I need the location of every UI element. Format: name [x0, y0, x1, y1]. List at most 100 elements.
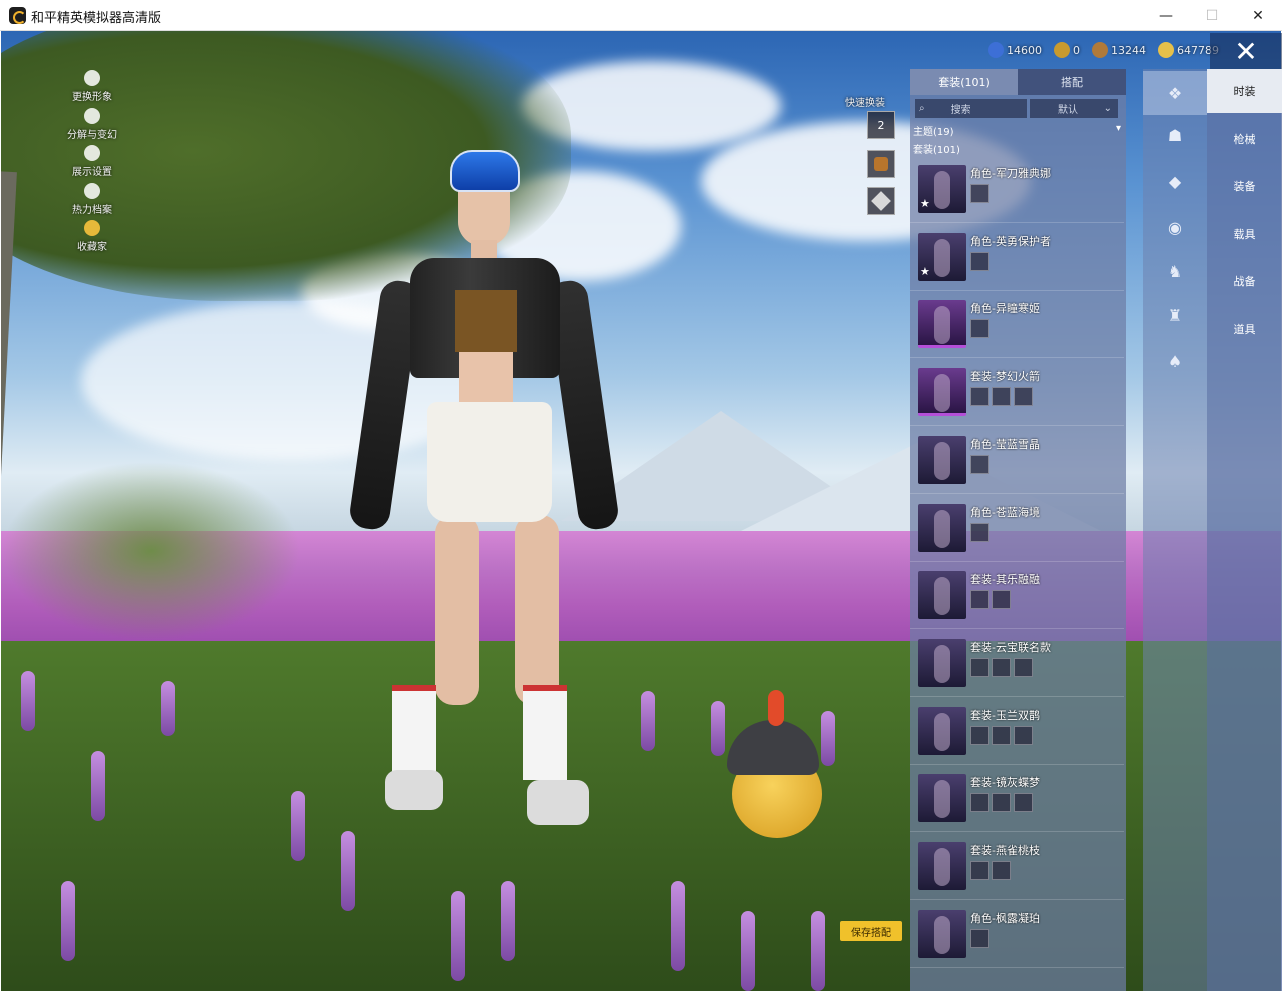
outfit-part-slot[interactable]: [970, 387, 989, 407]
close-overlay-button[interactable]: ✕: [1210, 33, 1282, 69]
outfit-part-slot[interactable]: [970, 251, 989, 271]
left-menu-collector[interactable]: 收藏家: [62, 220, 122, 253]
character-leg: [515, 515, 559, 705]
outfit-part-slot[interactable]: [970, 725, 989, 745]
chick-feather: [768, 690, 784, 726]
outfit-part-slot[interactable]: [970, 657, 989, 677]
character-shoe: [527, 780, 589, 825]
currency-bar: 14600 0 13244 647789: [988, 40, 1219, 60]
lupine-flower: [341, 831, 355, 911]
tab-suits[interactable]: 套装(101): [910, 69, 1018, 95]
nav-items[interactable]: 道具: [1207, 307, 1282, 351]
left-menu-display-settings[interactable]: 展示设置: [62, 145, 122, 178]
tab-matching[interactable]: 搭配: [1018, 69, 1126, 95]
outfit-list-item[interactable]: 套装-梦幻火箭: [910, 360, 1124, 427]
minimize-button[interactable]: —: [1143, 0, 1189, 31]
outfit-panel: 套装(101) 搭配 ⌕ 搜索 默认 ⌄ 主题(19) ▾ 套装(101) ★ 角…: [910, 69, 1126, 991]
nav-equipment[interactable]: 装备: [1207, 164, 1282, 208]
suit-count-label: 套装(101): [913, 145, 960, 156]
coin-gold-a-icon: [1054, 42, 1070, 58]
jacket-icon[interactable]: ♞: [1157, 253, 1193, 289]
mask-icon[interactable]: ◉: [1157, 209, 1193, 245]
currency-item: 14600: [988, 40, 1042, 60]
character-belly: [459, 352, 513, 407]
badge-slot[interactable]: [867, 150, 895, 178]
shoes-icon[interactable]: ♠: [1157, 343, 1193, 379]
outfit-part-slots: [970, 657, 1033, 677]
sort-value: 默认: [1058, 105, 1078, 116]
character-sock: [392, 685, 436, 780]
search-input[interactable]: ⌕ 搜索: [915, 99, 1027, 118]
caret-down-icon: ▾: [1115, 123, 1121, 134]
nav-vehicles[interactable]: 载具: [1207, 212, 1282, 256]
outfit-thumbnail: [918, 503, 966, 552]
lupine-flower: [91, 751, 105, 821]
outfit-part-slot[interactable]: [1014, 793, 1033, 813]
left-menu-label: 热力档案: [72, 205, 112, 216]
outfit-part-slot[interactable]: [970, 793, 989, 813]
outfit-part-slot[interactable]: [1014, 387, 1033, 407]
outfit-icon[interactable]: ❖: [1157, 75, 1193, 111]
outfit-list-item[interactable]: 套装-燕雀桃枝: [910, 834, 1124, 900]
outfit-part-slot[interactable]: [970, 861, 989, 880]
theme-filter[interactable]: 主题(19) ▾: [913, 123, 1121, 138]
outfit-part-slot[interactable]: [1014, 725, 1033, 745]
nav-fashion[interactable]: 时装: [1207, 69, 1282, 113]
outfit-part-slot[interactable]: [1014, 657, 1033, 677]
player-character: [347, 140, 621, 830]
outfit-thumbnail: [918, 638, 966, 687]
outfit-part-slot[interactable]: [992, 793, 1011, 813]
currency-item: 0: [1054, 40, 1080, 60]
outfit-part-slot[interactable]: [970, 319, 989, 339]
outfit-part-slot[interactable]: [970, 928, 989, 948]
outfit-list-item[interactable]: 套装-云宝联名款: [910, 631, 1124, 697]
search-placeholder: 搜索: [950, 105, 971, 116]
search-icon: ⌕: [919, 103, 925, 114]
outfit-list-item[interactable]: 角色-苍蓝海境: [910, 496, 1124, 562]
category-column: ❖ ☗ ◆ ◉ ♞ ♜ ♠: [1143, 69, 1207, 991]
nav-weapons[interactable]: 枪械: [1207, 117, 1282, 161]
left-menu-label: 更换形象: [72, 92, 112, 103]
pants-icon[interactable]: ♜: [1157, 297, 1193, 333]
outfit-part-slot[interactable]: [992, 657, 1011, 677]
outfit-thumbnail: [918, 774, 966, 823]
outfit-part-slot[interactable]: [970, 522, 989, 542]
save-outfit-button[interactable]: 保存搭配: [840, 921, 902, 941]
outfit-part-slot[interactable]: [992, 861, 1011, 880]
quick-change-slot[interactable]: 2: [867, 111, 895, 139]
outfit-list-item[interactable]: 角色-异瞳寒姬: [910, 292, 1124, 359]
outfit-list-item[interactable]: 套装-其乐融融: [910, 563, 1124, 630]
left-menu-label: 收藏家: [77, 242, 107, 253]
outfit-part-slot[interactable]: [992, 387, 1011, 407]
close-window-button[interactable]: ✕: [1235, 0, 1281, 31]
outfit-list-item[interactable]: 套装-玉兰双鹊: [910, 699, 1124, 765]
outfit-list-item[interactable]: 套装-镜灰蝶梦: [910, 766, 1124, 833]
left-menu-change-avatar[interactable]: 更换形象: [62, 70, 122, 103]
maximize-button[interactable]: ☐: [1189, 0, 1235, 31]
outfit-part-slot[interactable]: [970, 590, 989, 610]
outfit-title: 套装-镜灰蝶梦: [970, 776, 1040, 790]
star-icon: ★: [920, 197, 930, 210]
outfit-part-slots: [970, 793, 1033, 813]
left-menu-heat-profile[interactable]: 热力档案: [62, 183, 122, 216]
outfit-list-item[interactable]: 角色-莹蓝雪晶: [910, 428, 1124, 494]
quick-change-label[interactable]: 快速换装: [845, 94, 885, 109]
sort-dropdown[interactable]: 默认 ⌄: [1030, 99, 1118, 118]
outfit-part-slot[interactable]: [970, 454, 989, 474]
outfit-part-slot[interactable]: [992, 725, 1011, 745]
character-top: [455, 290, 517, 352]
diamond-slot[interactable]: [867, 187, 895, 215]
outfit-list-item[interactable]: 角色-枫露凝珀: [910, 902, 1124, 968]
lupine-flower: [641, 691, 655, 751]
star-icon: ★: [920, 264, 930, 278]
nav-battle-gear[interactable]: 战备: [1207, 259, 1282, 303]
hat-icon[interactable]: ◆: [1157, 163, 1193, 199]
outfit-part-slots: [970, 319, 989, 339]
outfit-part-slots: [970, 251, 989, 271]
outfit-list-item[interactable]: ★ 角色-军刀雅典娜: [910, 157, 1124, 223]
outfit-part-slot[interactable]: [992, 590, 1011, 610]
left-menu-decompose[interactable]: 分解与变幻: [62, 108, 122, 141]
head-icon[interactable]: ☗: [1157, 117, 1193, 153]
outfit-list-item[interactable]: ★ 角色-英勇保护者: [910, 225, 1124, 291]
outfit-part-slot[interactable]: [970, 184, 989, 203]
